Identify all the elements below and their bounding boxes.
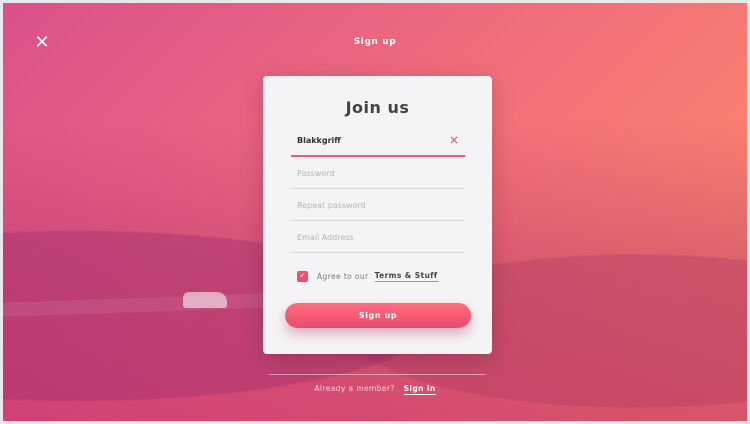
password-input[interactable] (297, 169, 447, 178)
email-field (291, 228, 465, 253)
repeat-password-input[interactable] (297, 201, 447, 210)
terms-link[interactable]: Terms & Stuff (374, 271, 438, 282)
signup-screen: ✕ Sign up Join us × ✓ Agree to our Terms… (0, 0, 750, 424)
agree-label: Agree to our (317, 271, 369, 281)
password-field (291, 164, 465, 189)
car-backdrop (183, 292, 227, 308)
username-input[interactable] (297, 136, 447, 145)
sign-up-button[interactable]: Sign up (285, 303, 471, 328)
page-title: Sign up (353, 37, 397, 47)
already-member-text: Already a member? (314, 384, 395, 393)
repeat-password-field (291, 196, 465, 221)
username-field: × (291, 131, 465, 157)
signin-prompt: Already a member? Sign in (3, 384, 747, 395)
divider (269, 374, 486, 375)
form-title: Join us (345, 98, 410, 117)
terms-checkbox[interactable]: ✓ (297, 270, 308, 282)
email-input[interactable] (297, 233, 447, 242)
checkmark-icon: ✓ (299, 271, 306, 280)
clear-icon[interactable]: × (449, 133, 459, 147)
terms-agreement: ✓ Agree to our Terms & Stuff (297, 269, 438, 283)
sign-in-link[interactable]: Sign in (403, 384, 436, 395)
